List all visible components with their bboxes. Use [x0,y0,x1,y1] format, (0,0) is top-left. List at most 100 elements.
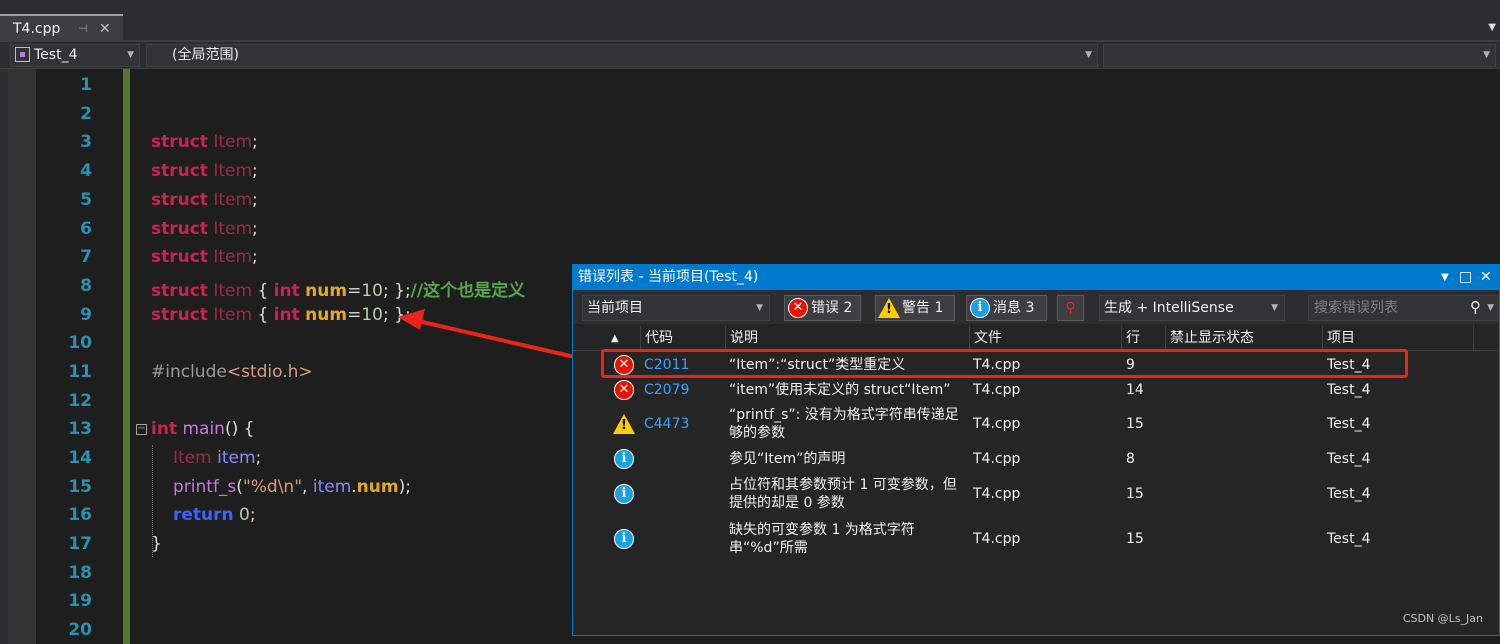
col-file[interactable]: 文件 [969,326,1121,351]
scope-label: (全局范围) [172,47,239,63]
warning-code-link[interactable]: C4473 [644,415,689,433]
messages-filter-button[interactable]: i 消息 3 [966,295,1047,321]
member-dropdown[interactable]: ▼ [1103,44,1496,67]
line-number: 12 [68,391,92,411]
keyword-struct: struct [151,247,208,267]
tab-overflow-chevron-down-icon[interactable]: ▼ [1488,22,1496,33]
field-num: num [305,305,348,325]
punct: ; [252,161,258,181]
line-number: 11 [68,362,92,382]
message-row[interactable]: i 参见“Item”的声明 T4.cpp 8 Test_4 [573,446,1499,472]
warnings-filter-button[interactable]: ! 警告 1 [875,295,955,321]
line-number: 5 [80,190,92,210]
change-tracking-bar [123,69,130,644]
punct: ( [236,477,243,497]
comment: //这个也是定义 [410,281,526,301]
error-row[interactable]: ✕ C2079 “item”使用未定义的 struct“Item” T4.cpp… [573,377,1499,402]
type-item: Item [213,161,253,181]
tab-t4-cpp[interactable]: T4.cpp ⊣ ✕ [0,14,123,42]
col-description[interactable]: 说明 [725,326,969,351]
punct: } [151,534,162,554]
punct: } [394,281,405,301]
project-dropdown[interactable]: Test_4 ▼ [10,44,140,67]
warning-row[interactable]: ! C4473 “printf_s”: 没有为格式字符串传递足够的参数 T4.c… [573,402,1499,446]
errors-filter-button[interactable]: ✕ 错误 2 [784,295,861,321]
close-icon[interactable]: ✕ [1480,265,1492,290]
error-line: 14 [1126,382,1144,398]
col-line[interactable]: 行 [1121,326,1165,351]
error-icon: ✕ [614,380,634,400]
keyword-return: return [173,505,234,525]
field-num: num [305,281,348,301]
punct: = [347,305,362,325]
message-row[interactable]: i 缺失的可变参数 1 为格式字符串“%d”所需 T4.cpp 15 Test_… [573,517,1499,562]
line-number: 4 [80,161,92,181]
code-line-11: #include<stdio.h> [151,362,313,382]
punct: ; [255,448,262,468]
project-name: Test_4 [34,47,78,63]
warning-icon: ! [878,298,900,318]
error-list-panel: 错误列表 - 当前项目(Test_4) ▼ □ ✕ 当前项目 ▼ ✕ 错误 2 … [572,264,1500,636]
search-icon[interactable]: ⚲ [1470,295,1481,319]
tab-title: T4.cpp [13,21,61,37]
error-list-header: ▲ 代码 说明 文件 行 禁止显示状态 项目 [573,326,1499,351]
line-number: 10 [68,333,92,353]
sort-chevron-up-icon[interactable]: ▲ [607,326,641,351]
type-item: Item [213,247,253,267]
punct: , [302,477,308,497]
code-line-6: struct Item; [151,219,258,239]
line-number: 17 [68,534,92,554]
pin-icon[interactable]: ⊣ [78,16,88,42]
line-number: 13 [68,419,92,439]
function-printf-s: printf_s [173,477,237,497]
message-description: 缺失的可变参数 1 为格式字符串“%d”所需 [729,522,915,556]
error-list-titlebar[interactable]: 错误列表 - 当前项目(Test_4) ▼ □ ✕ [573,265,1499,290]
line-number: 14 [68,448,92,468]
string-literal: "%d\n" [242,477,303,497]
message-description: 占位符和其参数预计 1 可变参数，但提供的却是 0 参数 [729,477,957,511]
code-line-9: struct Item { int num=10; }; [151,305,411,325]
maximize-icon[interactable]: □ [1459,265,1472,290]
keyword-struct: struct [151,219,208,239]
panel-options-chevron-down-icon[interactable]: ▼ [1441,265,1449,290]
build-source-select[interactable]: 生成 + IntelliSense ▼ [1099,295,1285,321]
line-number: 6 [80,219,92,239]
type-item: Item [173,448,212,468]
message-row[interactable]: i 占位符和其参数预计 1 可变参数，但提供的却是 0 参数 T4.cpp 15… [573,472,1499,517]
field-num: num [356,477,399,497]
glyph-margin [8,69,36,644]
line-number: 15 [68,477,92,497]
col-suppression[interactable]: 禁止显示状态 [1165,326,1322,351]
info-icon: i [614,449,634,469]
warning-file: T4.cpp [973,416,1021,432]
code-line-5: struct Item; [151,190,258,210]
col-code[interactable]: 代码 [640,326,725,351]
close-icon[interactable]: ✕ [99,16,111,42]
chevron-down-icon[interactable]: ▼ [1487,296,1494,320]
scope-dropdown[interactable]: (全局范围) ▼ [146,44,1098,67]
chevron-down-icon: ▼ [1271,303,1278,313]
filter-icon[interactable]: ⚲ [1057,295,1084,321]
type-item: Item [213,190,253,210]
punct: () [224,419,239,439]
line-number: 8 [80,276,92,296]
code-line-17: } [151,534,162,554]
message-project: Test_4 [1327,531,1371,547]
build-source-value: 生成 + IntelliSense [1104,300,1234,316]
error-file: T4.cpp [973,382,1021,398]
punct: ; [252,219,258,239]
col-project[interactable]: 项目 [1322,326,1473,351]
message-line: 15 [1126,486,1144,502]
annotation-highlight-box [601,349,1408,378]
punct: { [257,305,269,325]
message-file: T4.cpp [973,486,1021,502]
message-file: T4.cpp [973,531,1021,547]
scope-select-value: 当前项目 [587,300,643,316]
info-icon: i [614,484,634,504]
search-input[interactable]: 搜索错误列表 ⚲ ▼ [1308,295,1498,321]
number-literal: 10 [361,281,383,301]
punct: ; [252,132,258,152]
fold-collapse-icon[interactable]: − [136,424,147,435]
scope-select[interactable]: 当前项目 ▼ [582,295,770,321]
error-code-link[interactable]: C2079 [644,381,689,399]
